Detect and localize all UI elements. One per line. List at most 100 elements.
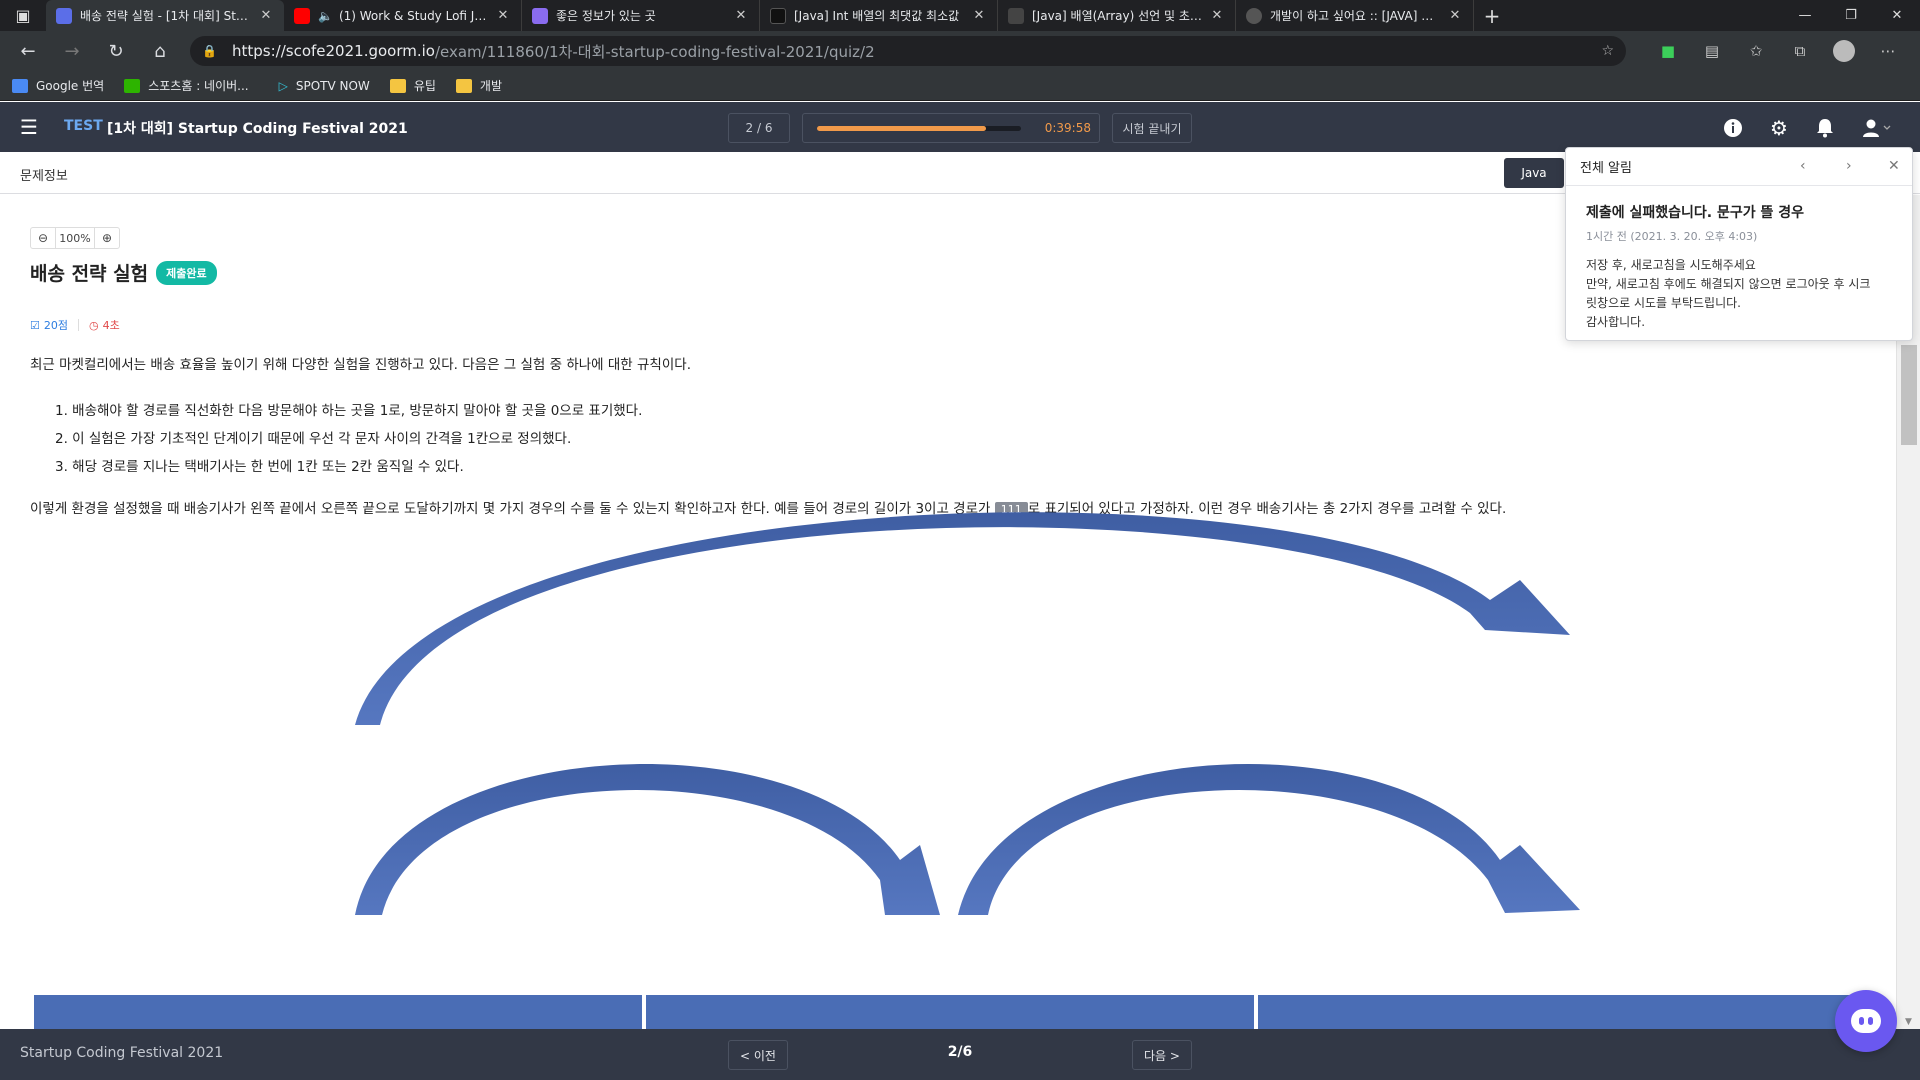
notification-line: 만약, 새로고침 후에도 해결되지 않으면 로그아웃 후 시크 — [1586, 277, 1871, 291]
extension-icon[interactable]: ■ — [1646, 42, 1690, 60]
zoom-level: 100% — [55, 228, 95, 248]
notification-title: 제출에 실패했습니다. 문구가 뜰 경우 — [1586, 205, 1805, 221]
profile-avatar[interactable] — [1822, 40, 1866, 62]
settings-gear-icon[interactable]: ⚙ — [1766, 115, 1792, 141]
problem-score: 20점 — [43, 319, 68, 332]
browser-tab[interactable]: 배송 전략 실험 - [1차 대회] Startup ✕ — [46, 0, 284, 31]
notification-time: 1시간 전 (2021. 3. 20. 오후 4:03) — [1586, 230, 1758, 243]
language-select[interactable]: Java — [1504, 158, 1564, 188]
scroll-down-icon[interactable]: ▼ — [1905, 1017, 1912, 1027]
path-cells — [34, 995, 1870, 1029]
submitted-badge: 제출완료 — [156, 260, 217, 285]
page-indicator: 2/6 — [947, 1044, 973, 1060]
tab-close-icon[interactable]: ✕ — [258, 8, 274, 23]
notification-header-title: 전체 알림 — [1580, 161, 1632, 176]
prev-label: < 이전 — [740, 1048, 776, 1063]
browser-tab[interactable]: 🔈 (1) Work & Study Lofi Jazz - ✕ — [284, 0, 522, 31]
new-tab-button[interactable]: + — [1474, 0, 1510, 31]
site-favicon-icon — [532, 7, 548, 24]
prev-question-button[interactable]: < 이전 — [728, 1040, 788, 1070]
tab-close-icon[interactable]: ✕ — [971, 8, 987, 23]
scrollbar-thumb[interactable] — [1901, 345, 1917, 445]
language-label: Java — [1521, 166, 1547, 180]
jump-two-arrow — [355, 512, 1570, 725]
address-bar[interactable]: 🔒 https://scofe2021.goorm.io/exam/111860… — [190, 36, 1626, 66]
menu-icon[interactable]: ☰ — [20, 116, 44, 138]
question-counter[interactable]: 2 / 6 — [728, 113, 790, 143]
next-question-button[interactable]: 다음 > — [1132, 1040, 1192, 1070]
play-icon: ▷ — [278, 78, 288, 93]
bookmark-folder[interactable]: 개발 — [455, 77, 502, 94]
next-label: 다음 > — [1144, 1048, 1180, 1063]
window-close-icon[interactable]: ✕ — [1874, 0, 1920, 31]
audio-playing-icon[interactable]: 🔈 — [318, 9, 333, 23]
tab-close-icon[interactable]: ✕ — [495, 8, 511, 23]
notification-bell-icon[interactable] — [1812, 115, 1838, 141]
more-menu-icon[interactable]: ⋯ — [1866, 42, 1910, 60]
home-icon[interactable]: ⌂ — [138, 31, 182, 71]
tab-actions-icon[interactable]: ▣ — [0, 0, 46, 31]
lock-icon[interactable]: 🔒 — [202, 44, 218, 58]
exam-progress: 0:39:58 — [802, 113, 1100, 143]
tab-close-icon[interactable]: ✕ — [733, 8, 749, 23]
zoom-controls: ⊖ 100% ⊕ — [30, 227, 120, 249]
notification-popup: 전체 알림 ‹ › ✕ 제출에 실패했습니다. 문구가 뜰 경우 1시간 전 (… — [1565, 147, 1913, 341]
question-counter-text: 2 / 6 — [745, 121, 773, 135]
bookmark-label: 스포츠홈 : 네이버... — [148, 79, 249, 93]
rule-item: 2. 이 실험은 가장 기초적인 단계이기 때문에 우선 각 문자 사이의 간격… — [55, 431, 572, 447]
time-limit: 4초 — [102, 319, 120, 332]
exam-timer: 0:39:58 — [1044, 121, 1091, 135]
bookmark-item[interactable]: ▷ SPOTV NOW — [279, 79, 370, 93]
folder-icon — [455, 78, 472, 93]
notification-header: 전체 알림 ‹ › ✕ — [1566, 148, 1912, 186]
problem-info-tab[interactable]: 문제정보 — [20, 165, 68, 184]
tab-close-icon[interactable]: ✕ — [1447, 8, 1463, 23]
tab-title: 좋은 정보가 있는 곳 — [556, 9, 656, 23]
browser-tab[interactable]: 개발이 하고 싶어요 :: [JAVA] Array ✕ — [1236, 0, 1474, 31]
tab-title: 개발이 하고 싶어요 :: [JAVA] Array — [1270, 9, 1441, 23]
back-icon[interactable]: ← — [6, 31, 50, 71]
info-icon[interactable] — [1720, 115, 1746, 141]
bookmark-item[interactable]: 스포츠홈 : 네이버... — [124, 77, 249, 94]
add-favorite-icon[interactable]: ☆ — [1601, 43, 1614, 59]
window-controls: — ❐ ✕ — [1782, 0, 1920, 31]
prev-notification-icon[interactable]: ‹ — [1800, 158, 1806, 174]
url-host: https://scofe2021.goorm.io — [232, 42, 435, 60]
collections-icon[interactable]: ⧉ — [1778, 42, 1822, 60]
browser-tab[interactable]: [Java] 배열(Array) 선언 및 초기화 ✕ — [998, 0, 1236, 31]
browser-toolbar: ← → ↻ ⌂ 🔒 https://scofe2021.goorm.io/exa… — [0, 31, 1920, 71]
rule-list: 1. 배송해야 할 경로를 직선화한 다음 방문해야 하는 곳을 1로, 방문하… — [55, 397, 642, 481]
zoom-out-icon[interactable]: ⊖ — [31, 228, 55, 248]
problem-meta: ☑ 20점 ◷ 4초 — [30, 317, 120, 333]
forward-icon[interactable]: → — [50, 31, 94, 71]
bookmark-item[interactable]: Google 번역 — [12, 77, 104, 94]
minimize-icon[interactable]: — — [1782, 0, 1828, 31]
close-icon[interactable]: ✕ — [1888, 158, 1900, 174]
extension-icon[interactable]: ▤ — [1690, 42, 1734, 60]
notification-line: 저장 후, 새로고침을 시도해주세요 — [1586, 258, 1756, 272]
reload-icon[interactable]: ↻ — [94, 31, 138, 71]
progress-fill — [817, 126, 987, 131]
browser-tab[interactable]: 좋은 정보가 있는 곳 ✕ — [522, 0, 760, 31]
extension-icons: ■ ▤ ✩ ⧉ ⋯ — [1646, 31, 1910, 71]
zoom-in-icon[interactable]: ⊕ — [95, 228, 119, 248]
url-path: /exam/111860/1차-대회-startup-coding-festiv… — [434, 42, 875, 61]
restore-icon[interactable]: ❐ — [1828, 0, 1874, 31]
favorites-icon[interactable]: ✩ — [1734, 42, 1778, 60]
end-exam-button[interactable]: 시험 끝내기 — [1112, 113, 1192, 143]
notification-line: 감사합니다. — [1586, 315, 1646, 329]
user-menu-icon[interactable] — [1860, 115, 1894, 141]
bookmark-label: 유팁 — [413, 79, 436, 93]
chat-support-button[interactable] — [1835, 990, 1897, 1052]
tab-title: [Java] Int 배열의 최댓값 최소값 — [794, 9, 960, 23]
bookmark-folder[interactable]: 유팁 — [389, 77, 436, 94]
next-notification-icon[interactable]: › — [1846, 158, 1852, 174]
naver-icon — [124, 78, 141, 93]
youtube-favicon-icon — [294, 7, 310, 24]
rule-item: 1. 배송해야 할 경로를 직선화한 다음 방문해야 하는 곳을 1로, 방문하… — [55, 403, 643, 419]
tab-close-icon[interactable]: ✕ — [1209, 8, 1225, 23]
browser-tab[interactable]: [Java] Int 배열의 최댓값 최소값 ✕ — [760, 0, 998, 31]
progress-track — [817, 126, 1021, 131]
exam-footer: Startup Coding Festival 2021 < 이전 2/6 다음… — [0, 1029, 1920, 1080]
bookmarks-bar: Google 번역 스포츠홈 : 네이버... ▷ SPOTV NOW 유팁 개… — [0, 71, 1920, 101]
